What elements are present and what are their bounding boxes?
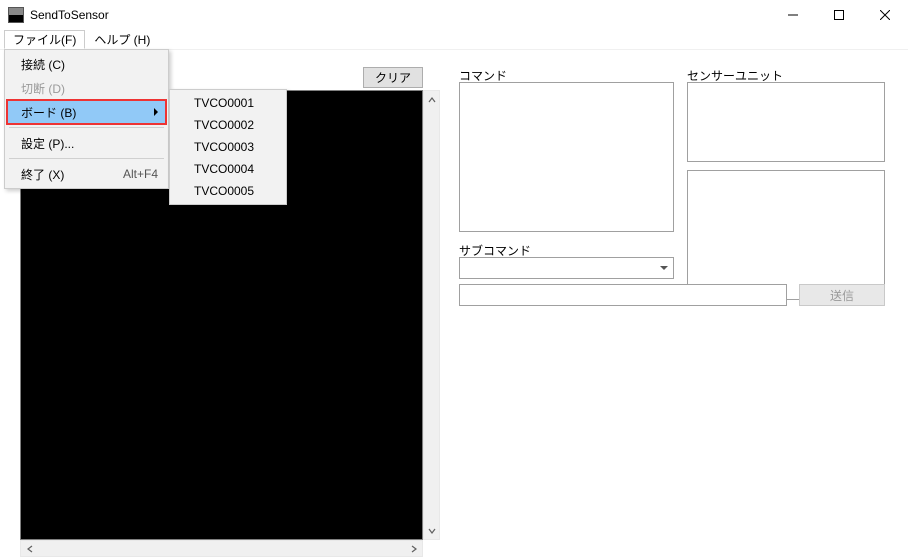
- submenu-item[interactable]: TVCO0005: [172, 180, 284, 202]
- title-bar: SendToSensor: [0, 0, 908, 30]
- close-button[interactable]: [862, 0, 908, 30]
- menu-item-label: 終了 (X): [21, 166, 123, 183]
- submenu-item[interactable]: TVCO0002: [172, 114, 284, 136]
- scroll-up-icon[interactable]: [424, 91, 439, 108]
- submenu-item-label: TVCO0001: [194, 96, 254, 110]
- send-button: 送信: [799, 284, 885, 306]
- menu-item-accelerator: Alt+F4: [123, 167, 158, 181]
- clear-button-label: クリア: [375, 69, 411, 86]
- send-button-label: 送信: [830, 287, 854, 304]
- scroll-right-icon[interactable]: [405, 541, 422, 556]
- menu-item-board[interactable]: ボード (B): [7, 100, 166, 124]
- app-icon: [8, 7, 24, 23]
- minimize-button[interactable]: [770, 0, 816, 30]
- menu-item-label: ボード (B): [21, 104, 154, 121]
- menu-file-label: ファイル(F): [13, 31, 76, 48]
- menu-help[interactable]: ヘルプ (H): [85, 30, 159, 49]
- submenu-item-label: TVCO0004: [194, 162, 254, 176]
- menu-item-label: 設定 (P)...: [21, 135, 158, 152]
- aux-listbox[interactable]: [687, 170, 885, 300]
- board-submenu: TVCO0001 TVCO0002 TVCO0003 TVCO0004 TVCO…: [169, 89, 287, 205]
- menu-item-connect[interactable]: 接続 (C): [7, 52, 166, 76]
- menu-bar: ファイル(F) ヘルプ (H): [0, 30, 908, 50]
- menu-file[interactable]: ファイル(F): [4, 30, 85, 49]
- submenu-arrow-icon: [154, 108, 158, 116]
- maximize-button[interactable]: [816, 0, 862, 30]
- vertical-scrollbar[interactable]: [423, 90, 440, 540]
- menu-item-disconnect: 切断 (D): [7, 76, 166, 100]
- menu-item-settings[interactable]: 設定 (P)...: [7, 131, 166, 155]
- submenu-item-label: TVCO0003: [194, 140, 254, 154]
- scroll-left-icon[interactable]: [21, 541, 38, 556]
- menu-item-label: 接続 (C): [21, 56, 158, 73]
- submenu-item-label: TVCO0005: [194, 184, 254, 198]
- menu-help-label: ヘルプ (H): [94, 31, 150, 48]
- right-panel: コマンド センサーユニット サブコマンド 送信: [445, 50, 908, 536]
- menu-item-label: 切断 (D): [21, 80, 158, 97]
- chevron-down-icon[interactable]: [655, 258, 673, 278]
- command-listbox[interactable]: [459, 82, 674, 232]
- subcommand-combobox[interactable]: [459, 257, 674, 279]
- menu-separator: [9, 127, 164, 128]
- submenu-item[interactable]: TVCO0004: [172, 158, 284, 180]
- menu-item-exit[interactable]: 終了 (X) Alt+F4: [7, 162, 166, 186]
- submenu-item[interactable]: TVCO0001: [172, 92, 284, 114]
- file-menu-dropdown: 接続 (C) 切断 (D) ボード (B) 設定 (P)... 終了 (X) A…: [4, 49, 169, 189]
- clear-button[interactable]: クリア: [363, 67, 423, 88]
- submenu-item[interactable]: TVCO0003: [172, 136, 284, 158]
- window-title: SendToSensor: [30, 8, 109, 22]
- sensor-unit-listbox[interactable]: [687, 82, 885, 162]
- window-controls: [770, 0, 908, 30]
- menu-separator: [9, 158, 164, 159]
- command-input[interactable]: [459, 284, 787, 306]
- scroll-down-icon[interactable]: [424, 522, 439, 539]
- submenu-item-label: TVCO0002: [194, 118, 254, 132]
- horizontal-scrollbar[interactable]: [20, 540, 423, 557]
